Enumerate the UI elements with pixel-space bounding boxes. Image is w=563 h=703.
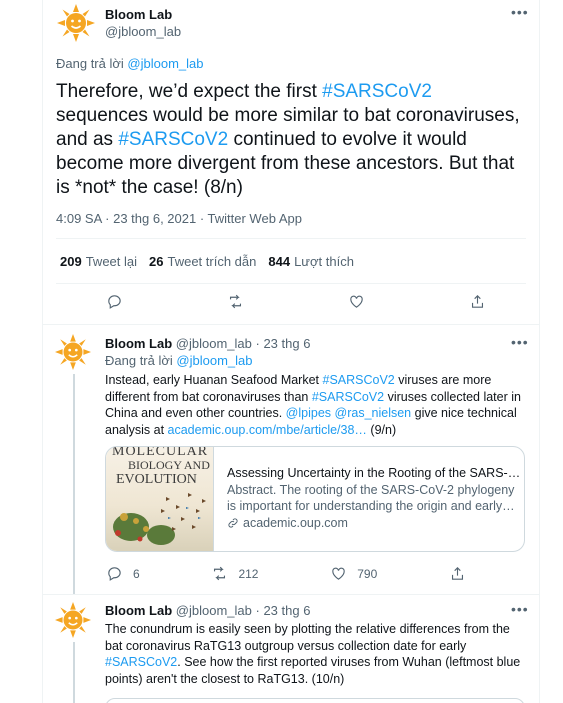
retweet-count: 212 xyxy=(238,566,259,581)
author-handle[interactable]: @jbloom_lab xyxy=(176,603,252,618)
reply-header: Bloom Lab @jbloom_lab · 23 thg 6 xyxy=(105,603,310,618)
replying-prefix: Đang trả lời xyxy=(105,353,173,368)
author-name[interactable]: Bloom Lab xyxy=(105,336,172,351)
avatar[interactable] xyxy=(55,602,91,638)
reply-icon xyxy=(108,567,121,581)
reply-action-bar: 6 212 790 xyxy=(106,565,466,582)
hashtag-link[interactable]: #SARSCoV2 xyxy=(105,655,177,669)
like-button[interactable] xyxy=(348,293,365,310)
retweets-count: 209 xyxy=(60,254,82,269)
sun-logo-icon xyxy=(57,4,95,42)
main-action-bar xyxy=(106,293,486,310)
card-title: Assessing Uncertainty in the Rooting of … xyxy=(227,466,521,480)
avatar[interactable] xyxy=(57,4,95,42)
replying-to: Đang trả lời @jbloom_lab xyxy=(56,56,203,71)
tweet-text: Therefore, we’d expect the first #SARSCo… xyxy=(56,80,526,200)
card-domain: academic.oup.com xyxy=(243,515,348,530)
heart-icon xyxy=(332,567,345,580)
tweet-timestamp[interactable]: 4:09 SA · 23 thg 6, 2021 · Twitter Web A… xyxy=(56,211,302,226)
retweets-label: Tweet lại xyxy=(85,254,138,269)
link-icon xyxy=(228,518,238,528)
reply-text-part: The conundrum is easily seen by plotting… xyxy=(105,622,510,653)
more-icon[interactable]: ••• xyxy=(511,334,529,350)
divider xyxy=(42,324,540,325)
tweet-text-part: Therefore, we’d expect the first xyxy=(56,81,323,102)
mention-link[interactable]: @ras_nielsen xyxy=(335,406,412,420)
reply-text: Instead, early Huanan Seafood Market #SA… xyxy=(105,372,525,438)
link-card[interactable]: MOLECULAR BIOLOGY AND EVOLUTION Assessin… xyxy=(105,446,525,552)
reply-header: Bloom Lab @jbloom_lab · 23 thg 6 xyxy=(105,336,310,351)
share-button[interactable] xyxy=(469,293,486,310)
retweet-icon xyxy=(229,294,242,309)
hashtag-link[interactable]: #SARSCoV2 xyxy=(323,373,395,387)
reply-text: The conundrum is easily seen by plotting… xyxy=(105,621,525,687)
sun-logo-icon xyxy=(55,602,91,638)
thread-line xyxy=(73,374,75,594)
reply-date[interactable]: · 23 thg 6 xyxy=(256,603,311,618)
likes-label: Lượt thích xyxy=(294,254,354,269)
divider xyxy=(56,238,526,239)
card-body: Assessing Uncertainty in the Rooting of … xyxy=(214,447,524,551)
likes-count: 844 xyxy=(268,254,291,269)
media-preview[interactable] xyxy=(105,698,525,703)
journal-cover-illustration xyxy=(113,493,206,545)
replying-to-link[interactable]: @jbloom_lab xyxy=(176,353,252,368)
reply-count: 6 xyxy=(133,566,140,581)
divider xyxy=(56,283,526,284)
retweets-stat[interactable]: 209 Tweet lại xyxy=(60,254,137,269)
hashtag-link[interactable]: #SARSCoV2 xyxy=(118,129,228,150)
share-icon xyxy=(471,295,484,308)
mention-link[interactable]: @lpipes xyxy=(286,406,331,420)
more-icon[interactable]: ••• xyxy=(511,4,529,20)
quotes-stat[interactable]: 26 Tweet trích dẫn xyxy=(149,254,256,269)
card-image: MOLECULAR BIOLOGY AND EVOLUTION xyxy=(106,447,214,551)
avatar[interactable] xyxy=(55,334,91,370)
hashtag-link[interactable]: #SARSCoV2 xyxy=(312,390,384,404)
quotes-label: Tweet trích dẫn xyxy=(167,254,257,269)
likes-stat[interactable]: 844 Lượt thích xyxy=(268,254,354,269)
share-icon xyxy=(451,567,464,580)
card-domain-row: academic.oup.com xyxy=(227,515,520,532)
hashtag-link[interactable]: #SARSCoV2 xyxy=(322,81,432,102)
retweet-button[interactable] xyxy=(227,293,244,310)
reply-icon xyxy=(108,295,121,309)
more-icon[interactable]: ••• xyxy=(511,601,529,617)
author-name[interactable]: Bloom Lab xyxy=(105,7,172,22)
heart-icon xyxy=(350,295,363,308)
author-handle[interactable]: @jbloom_lab xyxy=(105,24,181,39)
replying-to-link[interactable]: @jbloom_lab xyxy=(127,56,203,71)
reply-button[interactable] xyxy=(106,293,123,310)
share-button[interactable] xyxy=(449,565,466,582)
author-name[interactable]: Bloom Lab xyxy=(105,603,172,618)
retweet-icon xyxy=(214,566,226,581)
thread-line xyxy=(73,642,75,703)
retweet-button[interactable]: 212 xyxy=(211,565,258,582)
tweet-stats: 209 Tweet lại 26 Tweet trích dẫn 844 Lượt t… xyxy=(60,254,354,269)
author-handle[interactable]: @jbloom_lab xyxy=(176,336,252,351)
replying-prefix: Đang trả lời xyxy=(56,56,124,71)
reply-text-part: (9/n) xyxy=(366,422,397,437)
card-description: Abstract. The rooting of the SARS-CoV-2 … xyxy=(227,482,515,514)
article-link[interactable]: academic.oup.com/mbe/article/38… xyxy=(168,423,367,437)
reply-date[interactable]: · 23 thg 6 xyxy=(256,336,311,351)
replying-to: Đang trả lời @jbloom_lab xyxy=(105,353,252,368)
divider xyxy=(42,594,540,595)
like-count: 790 xyxy=(357,566,378,581)
reply-button[interactable]: 6 xyxy=(106,565,140,582)
sun-logo-icon xyxy=(55,334,91,370)
reply-text-part: Instead, early Huanan Seafood Market xyxy=(105,373,323,387)
like-button[interactable]: 790 xyxy=(330,565,377,582)
quotes-count: 26 xyxy=(149,254,164,269)
